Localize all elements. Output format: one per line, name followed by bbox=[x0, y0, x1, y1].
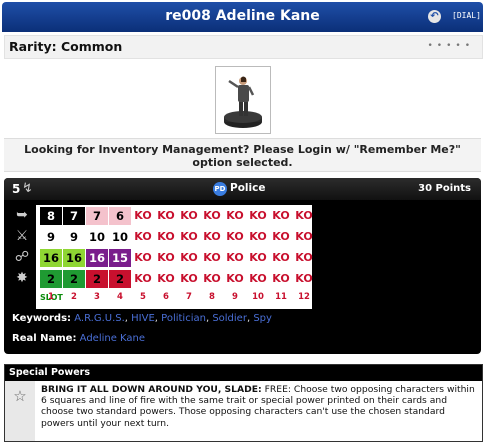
dial-header: 5 ↯ PD Police 30 Points bbox=[4, 178, 481, 200]
slot-number: 10 bbox=[252, 292, 264, 302]
dial-link[interactable]: [DIAL] bbox=[452, 11, 481, 20]
dial-value-cell: 2 bbox=[86, 270, 108, 288]
power-name: BRING IT ALL DOWN AROUND YOU, SLADE: bbox=[41, 384, 262, 395]
slot-row: SLOT 1 2 3 4 5 6 7 8 9 10 11 12 bbox=[36, 289, 312, 309]
ko-cell: KO bbox=[203, 251, 221, 264]
ko-cell: KO bbox=[295, 209, 313, 222]
damage-icon: ✸ bbox=[16, 270, 28, 286]
rarity-bar: Rarity: Common ••••• bbox=[4, 35, 483, 59]
dial-value-cell: 16 bbox=[40, 249, 62, 267]
slot-number: 2 bbox=[71, 292, 77, 302]
ko-cell: KO bbox=[272, 272, 290, 285]
ko-cell: KO bbox=[180, 251, 198, 264]
back-icon[interactable]: ↶ bbox=[428, 10, 441, 23]
police-team-icon: PD bbox=[213, 182, 227, 196]
dial-value-cell: 15 bbox=[109, 249, 131, 267]
keyword-link[interactable]: Spy bbox=[253, 313, 272, 324]
ko-cell: KO bbox=[249, 251, 267, 264]
ko-cell: KO bbox=[226, 209, 244, 222]
dial-value-cell: 6 bbox=[109, 207, 131, 225]
ko-cell: KO bbox=[226, 230, 244, 243]
ko-cell: KO bbox=[272, 209, 290, 222]
ko-cell: KO bbox=[134, 272, 152, 285]
title-bar: re008 Adeline Kane ↶ [DIAL] bbox=[2, 2, 483, 32]
dial-value-cell: 10 bbox=[109, 228, 131, 246]
dial-value-cell: 2 bbox=[63, 270, 85, 288]
ko-cell: KO bbox=[180, 230, 198, 243]
dial-value-cell: 16 bbox=[86, 249, 108, 267]
speed-icon: ➥ bbox=[16, 207, 28, 223]
keywords-row: Keywords: A.R.G.U.S., HIVE, Politician, … bbox=[12, 313, 477, 328]
team-name: Police bbox=[230, 182, 266, 194]
rating-dots-icon[interactable]: ••••• bbox=[427, 41, 474, 51]
slot-number: 12 bbox=[298, 292, 310, 302]
ko-cell: KO bbox=[295, 251, 313, 264]
ko-cell: KO bbox=[157, 209, 175, 222]
dial-value-cell: 8 bbox=[40, 207, 62, 225]
ko-cell: KO bbox=[203, 209, 221, 222]
ko-cell: KO bbox=[157, 251, 175, 264]
keyword-link[interactable]: Soldier bbox=[212, 313, 247, 324]
ko-cell: KO bbox=[226, 272, 244, 285]
ko-cell: KO bbox=[180, 272, 198, 285]
real-name-label: Real Name: bbox=[12, 333, 77, 344]
slot-number: 5 bbox=[140, 292, 146, 302]
dial-value-cell: 9 bbox=[63, 228, 85, 246]
ko-cell: KO bbox=[272, 251, 290, 264]
special-power-text: BRING IT ALL DOWN AROUND YOU, SLADE: FRE… bbox=[41, 384, 477, 429]
combat-icons: ➥ ⚔ ☍ ✸ bbox=[10, 205, 34, 289]
unit-title: re008 Adeline Kane bbox=[165, 8, 320, 24]
ko-cell: KO bbox=[180, 209, 198, 222]
keywords-label: Keywords: bbox=[12, 313, 72, 324]
real-name-link[interactable]: Adeline Kane bbox=[80, 333, 145, 344]
slot-number: 3 bbox=[94, 292, 100, 302]
dial-value-cell: 9 bbox=[40, 228, 62, 246]
slot-number: 6 bbox=[163, 292, 169, 302]
dial-panel: 5 ↯ PD Police 30 Points ➥ ⚔ ☍ ✸ 8 7 7 6 KO KO… bbox=[4, 178, 481, 354]
keyword-link[interactable]: Politician bbox=[161, 313, 206, 324]
attack-icon: ⚔ bbox=[15, 228, 29, 244]
unit-card: re008 Adeline Kane ↶ [DIAL] Rarity: Comm… bbox=[0, 0, 485, 443]
point-value: 30 Points bbox=[418, 183, 471, 194]
figure-image[interactable] bbox=[215, 66, 271, 134]
dial-value-cell: 7 bbox=[86, 207, 108, 225]
ko-cell: KO bbox=[295, 230, 313, 243]
keyword-link[interactable]: HIVE bbox=[131, 313, 155, 324]
dial-value-cell: 2 bbox=[109, 270, 131, 288]
slot-number: 9 bbox=[232, 292, 238, 302]
slot-number: 11 bbox=[275, 292, 287, 302]
special-powers-title: Special Powers bbox=[5, 365, 482, 381]
lightning-bolt-icon: ↯ bbox=[22, 181, 33, 196]
slot-number: 4 bbox=[117, 292, 123, 302]
ko-cell: KO bbox=[134, 209, 152, 222]
ko-cell: KO bbox=[295, 272, 313, 285]
ko-cell: KO bbox=[134, 230, 152, 243]
ko-cell: KO bbox=[249, 272, 267, 285]
special-powers-panel: Special Powers ☆ BRING IT ALL DOWN AROUN… bbox=[4, 364, 483, 442]
ko-cell: KO bbox=[272, 230, 290, 243]
ko-cell: KO bbox=[249, 230, 267, 243]
inventory-message: Looking for Inventory Management? Please… bbox=[4, 138, 481, 172]
ko-cell: KO bbox=[203, 230, 221, 243]
dial-value-cell: 10 bbox=[86, 228, 108, 246]
ko-cell: KO bbox=[203, 272, 221, 285]
ko-cell: KO bbox=[134, 251, 152, 264]
defense-icon: ☍ bbox=[14, 249, 30, 265]
ko-cell: KO bbox=[226, 251, 244, 264]
slot-number: 8 bbox=[209, 292, 215, 302]
dial-value-cell: 7 bbox=[63, 207, 85, 225]
range-value: 5 bbox=[12, 182, 21, 196]
star-icon: ☆ bbox=[5, 381, 35, 441]
rarity-label: Rarity: Common bbox=[9, 39, 123, 54]
ko-cell: KO bbox=[157, 272, 175, 285]
ko-cell: KO bbox=[157, 230, 175, 243]
real-name-row: Real Name: Adeline Kane bbox=[12, 333, 145, 344]
keyword-link[interactable]: A.R.G.U.S. bbox=[74, 313, 125, 324]
keyword-list: A.R.G.U.S., HIVE, Politician, Soldier, S… bbox=[74, 313, 272, 324]
ko-cell: KO bbox=[249, 209, 267, 222]
dial-value-cell: 16 bbox=[63, 249, 85, 267]
slot-number: 1 bbox=[48, 292, 54, 302]
dial-value-cell: 2 bbox=[40, 270, 62, 288]
slot-number: 7 bbox=[186, 292, 192, 302]
